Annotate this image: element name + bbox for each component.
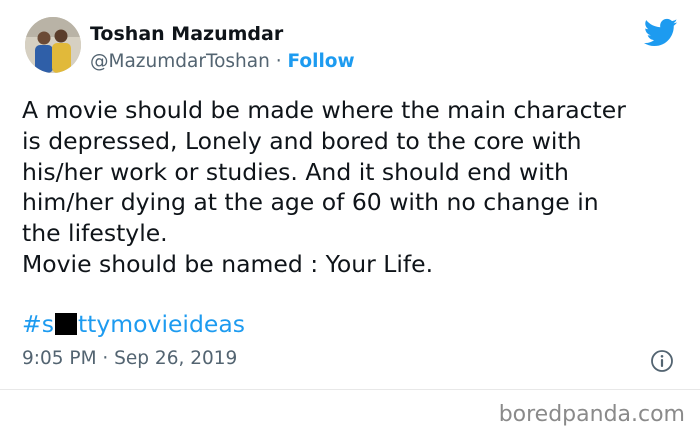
- censor-block: [54, 313, 77, 335]
- tweet-line: the lifestyle.: [22, 219, 168, 248]
- timestamp[interactable]: 9:05 PM · Sep 26, 2019: [22, 348, 237, 369]
- tweet-line: Movie should be named : Your Life.: [22, 249, 434, 278]
- info-icon[interactable]: [650, 349, 674, 373]
- display-name[interactable]: Toshan Mazumdar: [90, 23, 283, 45]
- hashtag-prefix: #s: [22, 310, 54, 338]
- divider: [0, 389, 700, 390]
- tweet-line: his/her work or studies. And it should e…: [22, 157, 569, 186]
- tweet-line: him/her dying at the age of 60 with no c…: [22, 188, 599, 217]
- hashtag-link[interactable]: #s ttymovieideas: [22, 309, 245, 339]
- tweet-text: A movie should be made where the main ch…: [22, 95, 687, 280]
- tweet-card: Toshan Mazumdar @MazumdarToshan · Follow…: [0, 0, 700, 441]
- avatar[interactable]: [25, 17, 81, 73]
- follow-button[interactable]: Follow: [288, 51, 355, 72]
- twitter-bird-icon[interactable]: [644, 18, 678, 48]
- hashtag-suffix: ttymovieideas: [77, 310, 245, 338]
- handle-row: @MazumdarToshan · Follow: [90, 51, 355, 72]
- tweet-line: is depressed, Lonely and bored to the co…: [22, 126, 582, 155]
- user-handle[interactable]: @MazumdarToshan: [90, 51, 270, 72]
- watermark: boredpanda.com: [498, 402, 685, 427]
- tweet-line: A movie should be made where the main ch…: [22, 96, 626, 124]
- separator-dot: ·: [275, 51, 282, 72]
